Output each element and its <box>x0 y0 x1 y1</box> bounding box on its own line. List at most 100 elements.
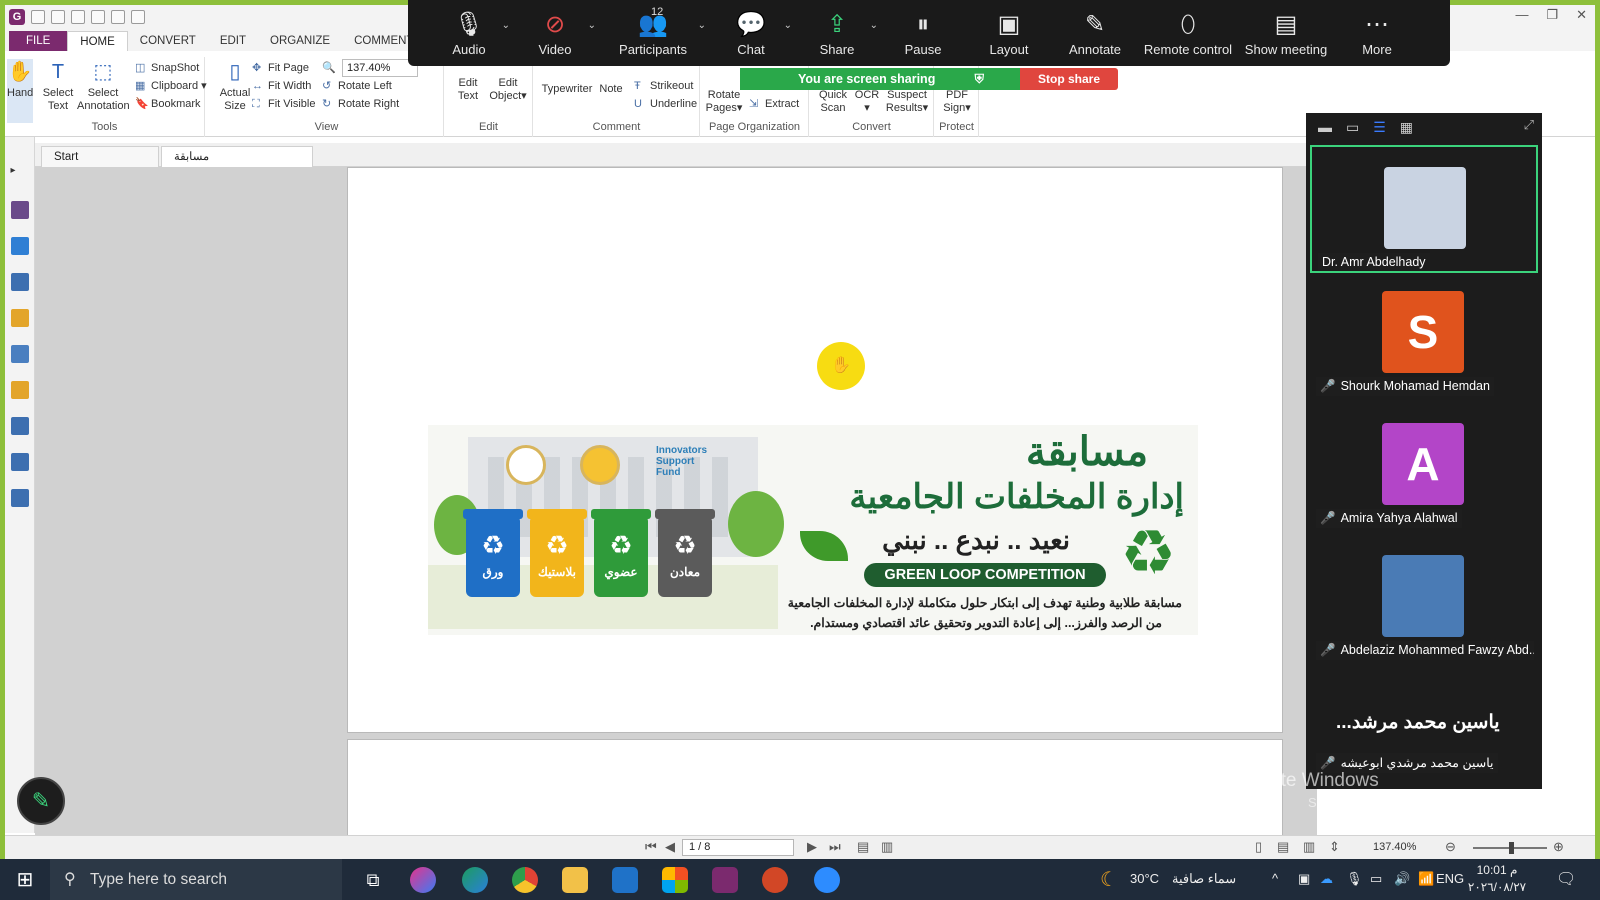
expand-panel-icon[interactable]: ▸ <box>11 165 29 183</box>
weather-temperature[interactable]: 30°C <box>1130 871 1159 886</box>
task-view-icon[interactable]: ⧉ <box>360 867 386 893</box>
strikeout-button[interactable]: Ŧ Strikeout <box>634 77 693 95</box>
copilot-icon[interactable] <box>410 867 436 893</box>
onedrive-cloud-icon[interactable]: ☁ <box>1320 871 1333 887</box>
tab-organize[interactable]: ORGANIZE <box>258 31 342 51</box>
suspect-results-button[interactable]: Suspect Results▾ <box>882 89 932 115</box>
show-meeting-button[interactable]: ▤ Show meeting <box>1238 10 1334 57</box>
continuous-page-view-icon[interactable]: ▤ <box>1277 839 1289 855</box>
expand-gallery-icon[interactable]: ⤢ <box>1524 117 1534 133</box>
hand-tool-button[interactable]: ✋ Hand <box>7 59 33 123</box>
select-text-button[interactable]: T Select Text <box>35 59 81 113</box>
single-page-view-icon[interactable]: ▯ <box>1255 839 1262 855</box>
participant-tile[interactable]: A 🎤 Amira Yahya Alahwal <box>1310 409 1538 537</box>
underline-button[interactable]: U Underline <box>634 95 697 113</box>
pause-button[interactable]: ⏸ Pause <box>880 10 966 57</box>
two-page-view-icon[interactable]: ▥ <box>1303 839 1315 855</box>
continuous-view-icon[interactable]: ▤ <box>857 839 869 855</box>
undo-icon[interactable] <box>111 10 125 24</box>
volume-icon[interactable]: 🔊 <box>1394 871 1410 887</box>
tab-start[interactable]: Start <box>41 146 159 167</box>
remote-control-button[interactable]: ⬯ Remote control <box>1138 10 1238 57</box>
participants-button[interactable]: 👥 12 Participants ⌄ <box>598 6 708 57</box>
stop-share-button[interactable]: Stop share <box>1020 68 1118 90</box>
chevron-down-icon[interactable]: ⌄ <box>870 20 878 31</box>
extract-button[interactable]: ⇲ Extract <box>749 95 799 113</box>
email-icon[interactable] <box>91 10 105 24</box>
annotate-pen-floating-icon[interactable]: ✎ <box>17 777 65 825</box>
save-icon[interactable] <box>51 10 65 24</box>
minimize-gallery-icon[interactable]: ▬ <box>1318 119 1332 135</box>
microsoft-store-icon[interactable] <box>662 867 688 893</box>
thumbnails-icon[interactable] <box>10 237 29 255</box>
close-icon[interactable]: ✕ <box>1576 7 1587 23</box>
annotate-button[interactable]: ✎ Annotate <box>1052 10 1138 57</box>
notifications-icon[interactable]: 🗨 <box>1556 869 1576 889</box>
previous-page-icon[interactable]: ◀ <box>665 839 675 855</box>
fit-width-button[interactable]: ↔ Fit Width <box>252 77 311 95</box>
weather-description[interactable]: سماء صافية <box>1172 871 1236 887</box>
tab-convert[interactable]: CONVERT <box>128 31 208 51</box>
note-button[interactable]: Note <box>596 83 626 96</box>
meet-now-icon[interactable]: ▣ <box>1298 871 1310 887</box>
audio-button[interactable]: 🎙 Audio ⌄ <box>426 10 512 57</box>
battery-icon[interactable]: ▭ <box>1370 871 1382 887</box>
typewriter-button[interactable]: Typewriter <box>538 83 596 96</box>
search-document-icon[interactable] <box>10 417 29 435</box>
windows-start-icon[interactable]: ⊞ <box>12 867 38 893</box>
file-explorer-icon[interactable] <box>562 867 588 893</box>
zoom-out-icon[interactable]: 🔍 <box>322 59 336 77</box>
show-hidden-icons-chevron-icon[interactable]: ^ <box>1272 871 1278 886</box>
bookmark-button[interactable]: 🔖 Bookmark <box>135 95 201 113</box>
clipboard-button[interactable]: ▦ Clipboard ▾ <box>135 77 207 95</box>
chrome-browser-icon[interactable] <box>512 867 538 893</box>
strip-view-icon[interactable]: ☰ <box>1373 119 1386 136</box>
edge-browser-icon[interactable] <box>462 867 488 893</box>
restore-icon[interactable]: ❐ <box>1546 7 1558 23</box>
chevron-down-icon[interactable]: ⌄ <box>784 20 792 31</box>
tab-file[interactable]: FILE <box>9 31 68 51</box>
participant-tile[interactable]: Dr. Amr Abdelhady <box>1310 145 1538 273</box>
chevron-down-icon[interactable]: ⌄ <box>588 20 596 31</box>
zoom-slider[interactable] <box>1473 842 1547 854</box>
fit-page-button[interactable]: ✥ Fit Page <box>252 59 309 77</box>
page-number-input[interactable]: 1 / 8 <box>682 839 794 856</box>
tab-home[interactable]: HOME <box>67 31 128 51</box>
select-annotation-button[interactable]: ⬚ Select Annotation <box>77 59 130 113</box>
wifi-icon[interactable]: 📶 <box>1418 871 1434 887</box>
layout-button[interactable]: ▣ Layout <box>966 10 1052 57</box>
attachment-icon[interactable] <box>10 345 29 363</box>
minimize-icon[interactable]: — <box>1515 7 1528 23</box>
outlook-icon[interactable] <box>612 867 638 893</box>
microphone-tray-icon[interactable]: 🎙 <box>1346 871 1363 887</box>
redo-icon[interactable] <box>131 10 145 24</box>
open-icon[interactable] <box>31 10 45 24</box>
share-button[interactable]: ⇪ Share ⌄ <box>794 10 880 57</box>
form-fields-icon[interactable] <box>10 453 29 471</box>
single-view-icon[interactable]: ▭ <box>1346 119 1359 136</box>
split-view-icon[interactable]: ⇕ <box>1329 839 1340 855</box>
zoom-out-button-icon[interactable]: ⊖ <box>1445 839 1456 855</box>
zoom-app-icon[interactable] <box>814 867 840 893</box>
comments-panel-icon[interactable] <box>10 309 29 327</box>
powerpoint-icon[interactable] <box>762 867 788 893</box>
taskbar-search-box[interactable]: ⚲ Type here to search <box>50 859 342 900</box>
more-button[interactable]: ⋯ More <box>1334 10 1420 57</box>
pages-panel-icon[interactable] <box>10 201 29 219</box>
rotate-right-button[interactable]: ↻ Rotate Right <box>322 95 399 113</box>
snapshot-button[interactable]: ◫ SnapShot <box>135 59 199 77</box>
first-page-icon[interactable]: ⏮ <box>645 839 657 855</box>
participant-tile[interactable]: S 🎤 Shourk Mohamad Hemdan <box>1310 277 1538 405</box>
chevron-down-icon[interactable]: ⌄ <box>698 20 706 31</box>
tools-icon[interactable] <box>10 489 29 507</box>
security-lock-icon[interactable] <box>10 381 29 399</box>
pdf-editor-taskbar-icon[interactable] <box>712 867 738 893</box>
input-language[interactable]: ENG <box>1436 871 1464 886</box>
grid-view-icon[interactable]: ▦ <box>1400 119 1413 136</box>
rotate-left-button[interactable]: ↺ Rotate Left <box>322 77 392 95</box>
rotate-pages-button[interactable]: Rotate Pages▾ <box>701 89 747 115</box>
zoom-level-display[interactable]: 137.40% <box>1373 841 1416 853</box>
tab-edit[interactable]: EDIT <box>208 31 258 51</box>
last-page-icon[interactable]: ⏭ <box>829 839 841 855</box>
zoom-input[interactable]: 137.40% <box>342 59 418 77</box>
